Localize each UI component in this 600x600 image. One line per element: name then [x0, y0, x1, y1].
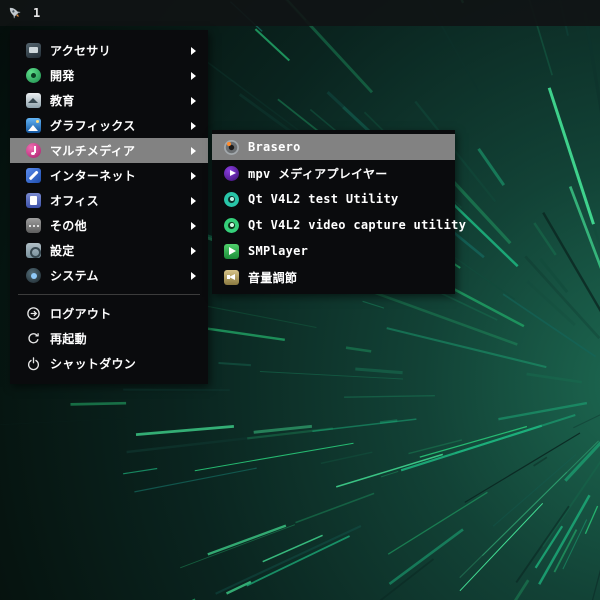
submenu-item-volume[interactable]: 音量調節 [212, 264, 455, 290]
smplayer-icon [224, 243, 239, 259]
workspace-indicator[interactable]: 1 [33, 6, 40, 20]
menu-item-settings[interactable]: 設定 [10, 238, 208, 263]
accessories-icon [26, 43, 41, 58]
development-icon [26, 68, 41, 83]
menu-item-label: 設定 [50, 244, 75, 258]
menu-item-label: 再起動 [50, 332, 87, 346]
internet-icon [26, 168, 41, 183]
taskbar: 1 [0, 0, 600, 26]
submenu-arrow-icon [191, 246, 196, 255]
settings-icon [26, 243, 41, 258]
shutdown-icon [26, 356, 41, 371]
menu-item-label: インターネット [50, 169, 137, 183]
submenu-arrow-icon [191, 146, 196, 155]
submenu-arrow-icon [191, 196, 196, 205]
menu-item-label: その他 [50, 219, 87, 233]
menu-item-label: オフィス [50, 194, 99, 208]
submenu-item-label: Qt V4L2 test Utility [248, 192, 399, 206]
menu-item-other[interactable]: その他 [10, 213, 208, 238]
multimedia-icon [26, 143, 41, 158]
mpv-icon [224, 165, 239, 181]
submenu-item-mpv[interactable]: mpv メディアプレイヤー [212, 160, 455, 186]
menu-item-label: グラフィックス [50, 119, 136, 133]
menu-item-label: 教育 [50, 94, 75, 108]
submenu-item-label: mpv メディアプレイヤー [248, 166, 388, 181]
submenu-item-label: SMPlayer [248, 244, 309, 258]
menu-item-system[interactable]: システム [10, 263, 208, 288]
menu-item-label: マルチメディア [50, 144, 136, 158]
submenu-arrow-icon [191, 171, 196, 180]
submenu-item-smplayer[interactable]: SMPlayer [212, 238, 455, 264]
other-icon [26, 218, 41, 233]
submenu-arrow-icon [191, 71, 196, 80]
system-icon [26, 268, 41, 283]
submenu-item-qt-v4l2-capture[interactable]: Qt V4L2 video capture utility [212, 212, 466, 238]
menu-item-label: アクセサリ [50, 44, 111, 58]
menu-item-logout[interactable]: ログアウト [10, 301, 208, 326]
menu-item-shutdown[interactable]: シャットダウン [10, 351, 208, 376]
restart-icon [26, 331, 41, 346]
education-icon [26, 93, 41, 108]
menu-item-label: システム [50, 269, 99, 283]
menu-item-graphics[interactable]: グラフィックス [10, 113, 208, 138]
submenu-item-label: Brasero [248, 140, 301, 154]
submenu-arrow-icon [191, 121, 196, 130]
menu-item-development[interactable]: 開発 [10, 63, 208, 88]
menu-item-education[interactable]: 教育 [10, 88, 208, 113]
menu-separator [18, 294, 200, 295]
submenu-arrow-icon [191, 96, 196, 105]
menu-item-label: 開発 [50, 69, 75, 83]
graphics-icon [26, 118, 41, 133]
multimedia-submenu: Brasero mpv メディアプレイヤー Qt V4L2 test Utili… [212, 130, 466, 294]
menu-item-restart[interactable]: 再起動 [10, 326, 208, 351]
qt-v4l2-capture-icon [224, 217, 239, 233]
menu-item-accessories[interactable]: アクセサリ [10, 38, 208, 63]
menu-item-internet[interactable]: インターネット [10, 163, 208, 188]
menu-item-label: シャットダウン [50, 357, 137, 371]
submenu-arrow-icon [191, 271, 196, 280]
launcher-rocket-icon[interactable] [6, 4, 24, 22]
menu-item-multimedia[interactable]: マルチメディア [10, 138, 208, 163]
applications-menu: アクセサリ 開発 教育 グラフィックス マルチメディア インターネット オフィス… [10, 30, 208, 384]
submenu-arrow-icon [191, 221, 196, 230]
menu-item-office[interactable]: オフィス [10, 188, 208, 213]
qt-v4l2-icon [224, 191, 239, 207]
logout-icon [26, 306, 41, 321]
submenu-arrow-icon [191, 46, 196, 55]
submenu-item-brasero[interactable]: Brasero [212, 134, 455, 160]
submenu-item-qt-v4l2-test[interactable]: Qt V4L2 test Utility [212, 186, 455, 212]
office-icon [26, 193, 41, 208]
volume-icon [224, 269, 239, 285]
submenu-item-label: 音量調節 [248, 270, 298, 285]
menu-item-label: ログアウト [50, 307, 112, 321]
submenu-item-label: Qt V4L2 video capture utility [248, 218, 467, 232]
brasero-icon [224, 139, 239, 155]
